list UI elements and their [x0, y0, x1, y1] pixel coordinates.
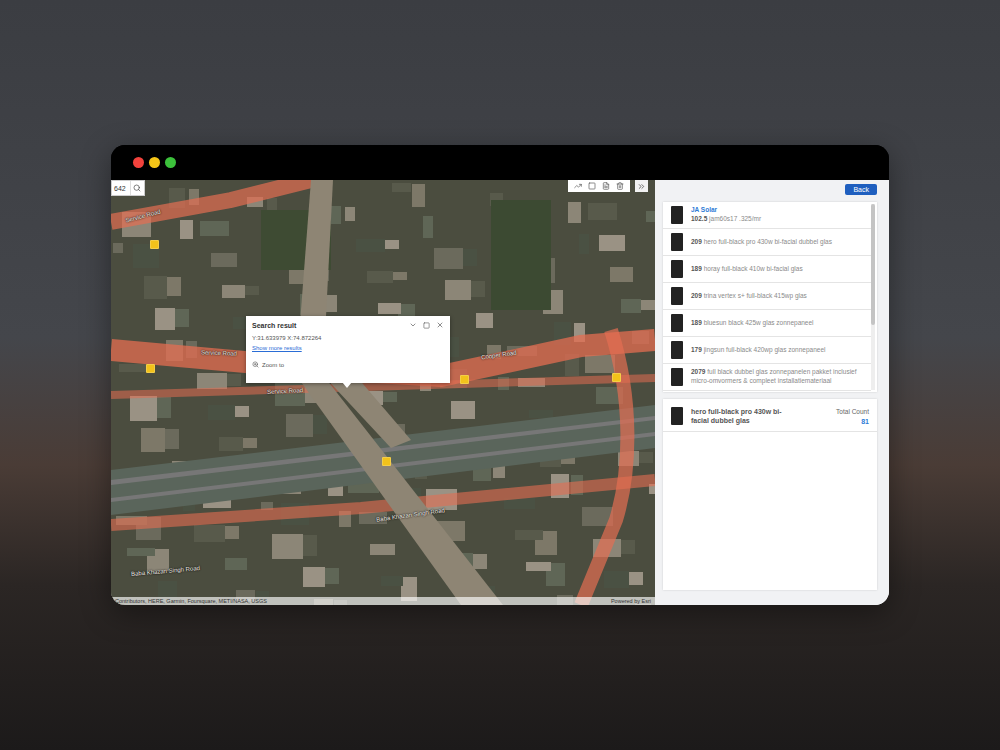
count-value: 81 — [861, 418, 869, 425]
selected-name: hero full-black pro 430w bi-facial dubbe… — [691, 407, 791, 425]
result-row[interactable]: 209 trina vertex s+ full-black 415wp gla… — [663, 283, 871, 310]
result-text: 189 bluesun black 425w glas zonnepaneel — [691, 319, 863, 328]
app-body: Service RoadService RoadService RoadCoop… — [111, 180, 889, 605]
maximize-icon[interactable] — [423, 322, 430, 329]
map-toolbar — [568, 180, 630, 192]
result-row[interactable]: 2079 full black dubbel glas zonnepanelen… — [663, 364, 871, 391]
result-text: 209 trina vertex s+ full-black 415wp gla… — [691, 292, 863, 301]
road-shield-icon — [382, 457, 391, 466]
search-input[interactable]: 642 — [112, 185, 130, 192]
show-more-link[interactable]: Show more results — [252, 345, 444, 351]
result-text: 189 horay full-black 410w bi-facial glas — [691, 265, 863, 274]
back-button[interactable]: Back — [845, 184, 877, 195]
square-icon[interactable] — [588, 182, 596, 190]
result-text: JA Solar102.5 jam60s17 .325/mr — [691, 206, 863, 224]
selected-row[interactable]: hero full-black pro 430w bi-facial dubbe… — [663, 399, 877, 432]
app-window: Service RoadService RoadService RoadCoop… — [111, 145, 889, 605]
results-card: JA Solar102.5 jam60s17 .325/mr 209 hero f… — [663, 202, 877, 392]
popup-coordinates: Y:31.633979 X:74.872264 — [252, 335, 444, 341]
result-brand: JA Solar — [691, 206, 863, 215]
search-icon — [133, 184, 141, 192]
search-button[interactable] — [130, 181, 144, 195]
result-row[interactable]: 189 bluesun black 425w glas zonnepaneel — [663, 310, 871, 337]
panel-header: Back — [663, 184, 877, 195]
result-text: 2079 full black dubbel glas zonnepanelen… — [691, 368, 863, 386]
result-row[interactable]: JA Solar102.5 jam60s17 .325/mr — [663, 202, 871, 229]
product-thumbnail — [671, 206, 683, 224]
trash-icon[interactable] — [616, 182, 624, 190]
product-thumbnail — [671, 287, 683, 305]
results-panel: Back JA Solar102.5 jam60s17 .325/mr 209 he… — [655, 180, 889, 605]
results-list: JA Solar102.5 jam60s17 .325/mr 209 hero f… — [663, 202, 871, 392]
count-label: Total Count — [836, 408, 869, 415]
road-shield-icon — [146, 364, 155, 373]
popup-pointer — [342, 382, 352, 388]
count: Total Count 81 — [836, 408, 869, 425]
chevrons-right-icon — [637, 182, 646, 191]
popup-header: Search result — [252, 321, 444, 329]
close-icon[interactable] — [436, 321, 444, 329]
window-control[interactable] — [165, 157, 176, 168]
road-shield-icon — [612, 373, 621, 382]
search-result-popup: Search result Y:31.633979 X:74.872264 Show… — [246, 316, 450, 383]
result-row[interactable]: 189 horay full-black 410w bi-facial glas — [663, 256, 871, 283]
window-control[interactable] — [133, 157, 144, 168]
road-shield-icon — [150, 240, 159, 249]
result-text: 209 hero full-black pro 430w bi-facial d… — [691, 238, 863, 247]
result-text: 179 jingsun full-black 420wp glas zonnep… — [691, 346, 863, 355]
road-label: Service Road — [201, 349, 237, 356]
collapse-icon[interactable] — [409, 321, 417, 329]
satellite-map[interactable] — [111, 180, 655, 605]
scrollbar[interactable] — [871, 204, 875, 390]
product-thumbnail — [671, 341, 683, 359]
zoom-to-button[interactable]: Zoom to — [252, 361, 444, 368]
expand-button[interactable] — [635, 180, 648, 192]
road-shield-icon — [460, 375, 469, 384]
product-thumbnail — [671, 260, 683, 278]
result-row[interactable]: 209 hero full-black pro 430w bi-facial d… — [663, 229, 871, 256]
popup-title: Search result — [252, 322, 403, 329]
page: Service RoadService RoadService RoadCoop… — [0, 0, 1000, 750]
window-control[interactable] — [149, 157, 160, 168]
scrollbar-thumb[interactable] — [871, 204, 875, 325]
selection-card: hero full-black pro 430w bi-facial dubbe… — [663, 399, 877, 590]
chart-line-icon[interactable] — [574, 182, 582, 190]
product-thumbnail — [671, 233, 683, 251]
product-thumbnail — [671, 407, 683, 425]
map-search[interactable]: 642 — [111, 180, 145, 196]
title-bar — [111, 145, 889, 180]
result-row[interactable]: 179 jingsun full-black 420wp glas zonnep… — [663, 337, 871, 364]
document-icon[interactable] — [602, 182, 610, 190]
map-attribution: Contributors, HERE, Garmin, Foursquare, … — [111, 597, 655, 605]
product-thumbnail — [671, 368, 683, 386]
product-thumbnail — [671, 314, 683, 332]
map-view[interactable]: Service RoadService RoadService RoadCoop… — [111, 180, 655, 605]
zoom-icon — [252, 361, 259, 368]
